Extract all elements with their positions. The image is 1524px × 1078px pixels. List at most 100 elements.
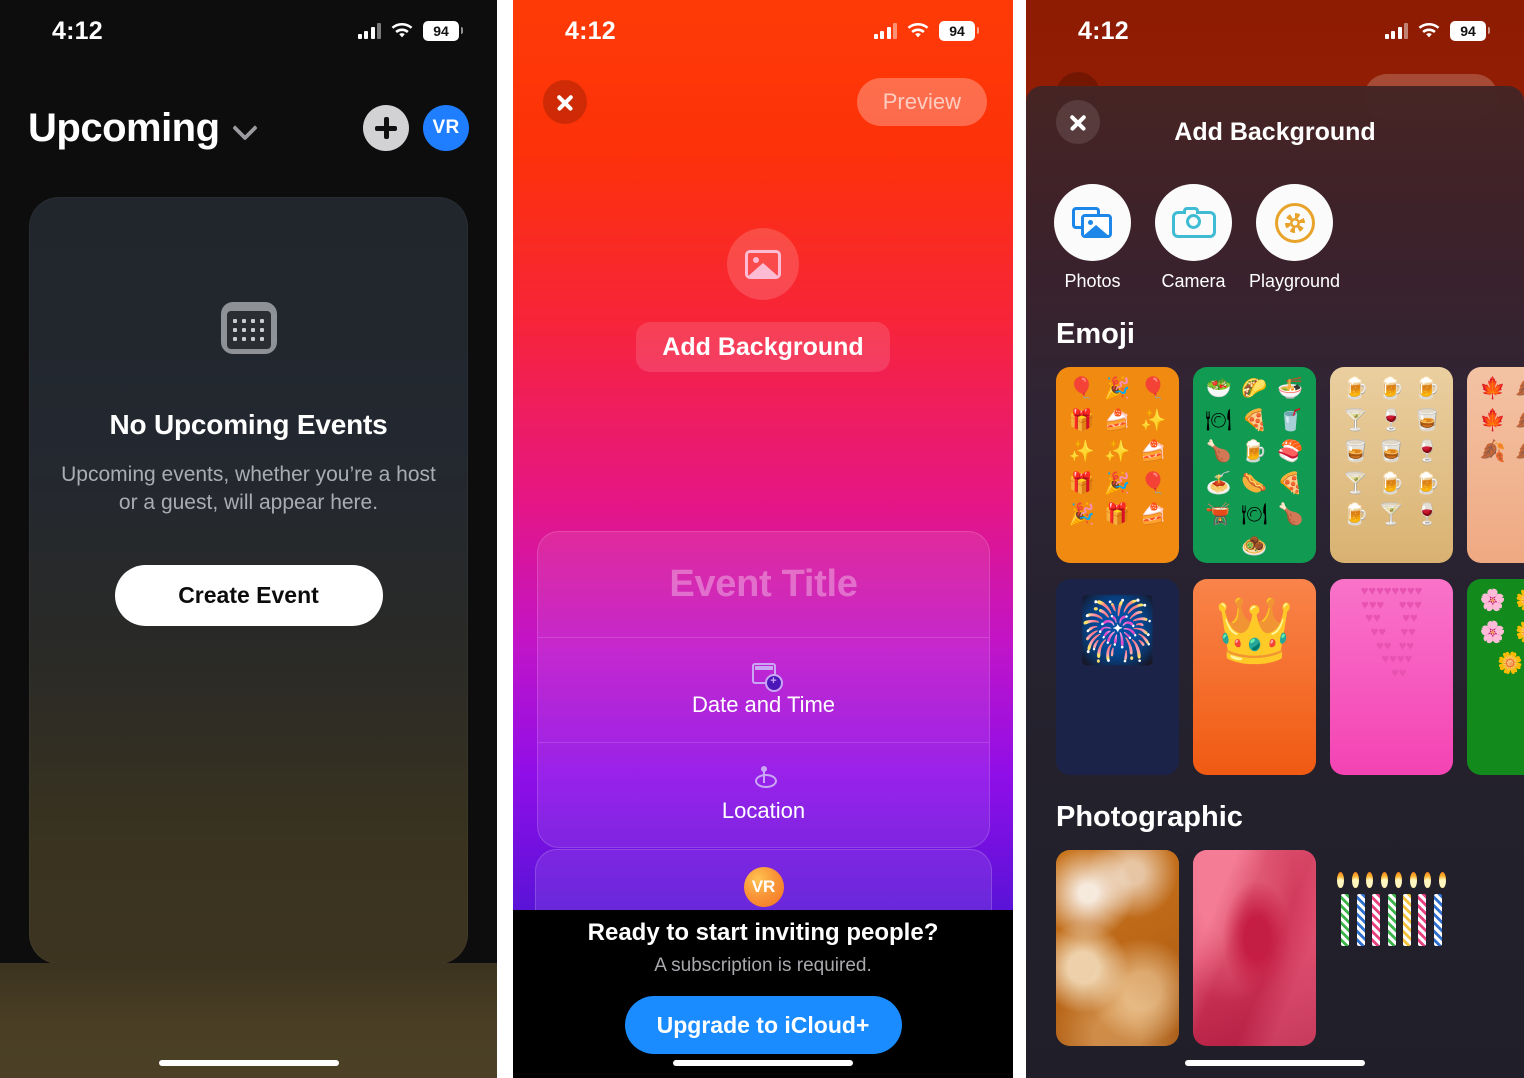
screen-create-event: 4:12 94 Preview Add Background Event Tit… (513, 0, 1013, 1078)
photos-library-icon (1071, 206, 1114, 239)
add-background-sheet: Add Background Photos Camera Playground … (1026, 86, 1524, 1078)
home-indicator[interactable] (158, 1060, 339, 1066)
battery-level: 94 (949, 23, 965, 39)
add-event-button[interactable] (363, 105, 409, 151)
tile-fireworks-navy[interactable]: 🎆 (1056, 579, 1179, 775)
three-screenshot-stage: 4:12 94 Upcoming VR No Upcoming Events U… (0, 0, 1524, 1078)
location-row[interactable]: Location (538, 742, 989, 847)
section-heading-photographic: Photographic (1056, 801, 1243, 833)
tile-confetti-photo[interactable] (1467, 850, 1524, 1046)
empty-state-title: No Upcoming Events (109, 409, 388, 440)
tile-emoji-content: ♥♥♥♥♥♥♥♥ ♥♥♥ ♥♥♥ ♥♥ ♥♥ ♥♥ ♥♥ ♥♥ ♥♥ ♥♥♥♥ ♥♥ (1360, 583, 1423, 680)
screen-add-background: 4:12 94 Add Background Photos Camera Pla… (1026, 0, 1524, 1078)
source-options: Photos Camera Playground (1026, 178, 1524, 292)
screen-upcoming: 4:12 94 Upcoming VR No Upcoming Events U… (0, 0, 497, 1078)
tile-emoji-content: 🥗 🌮 🍜 🍽 🍕 🥤 🍗 🍺 🍣 🍝 🌭 🍕 🫕 🍽 🍗 🧆 (1205, 377, 1304, 558)
preview-button[interactable]: Preview (856, 78, 987, 126)
tile-pink-ribbon-gift-photo[interactable] (1193, 850, 1316, 1046)
wifi-icon (907, 22, 929, 39)
tile-flowers-green[interactable]: 🌸 🌼 🌼 🌸 🌼 🌸 🌼 🌻 (1467, 579, 1524, 775)
create-event-button[interactable]: Create Event (114, 564, 383, 626)
avatar[interactable]: VR (423, 105, 469, 151)
calendar-icon (220, 302, 277, 354)
tile-emoji-content: 👑 (1214, 594, 1295, 666)
photo-thumbnail (1193, 850, 1316, 1046)
tile-birthday-candles-photo[interactable] (1330, 850, 1453, 1046)
top-bar: Preview (513, 72, 1013, 132)
status-bar: 4:12 94 (0, 0, 497, 62)
plus-icon (375, 117, 397, 139)
tile-emoji-content: 🎆 (1077, 594, 1158, 666)
chevron-down-icon[interactable] (234, 117, 256, 139)
battery-level: 94 (1460, 23, 1476, 39)
upgrade-footer: Ready to start inviting people? A subscr… (513, 910, 1013, 1078)
tile-crown-orange[interactable]: 👑 (1193, 579, 1316, 775)
tile-drinks-tan[interactable]: 🍺 🍺 🍺 🍸 🍷 🥃 🥃 🥃 🍷 🍸 🍺 🍺 🍺 🍸 🍷 (1330, 367, 1453, 563)
page-title: Upcoming (28, 105, 220, 150)
wifi-icon (391, 22, 413, 39)
status-time: 4:12 (565, 16, 616, 45)
empty-state-card: No Upcoming Events Upcoming events, whet… (29, 197, 468, 964)
location-pin-icon (753, 766, 777, 790)
playground-button[interactable] (1256, 184, 1333, 261)
sheet-header: Add Background (1026, 86, 1524, 178)
empty-state-subtitle: Upcoming events, whether you’re a host o… (61, 463, 436, 514)
source-playground[interactable]: Playground (1249, 184, 1340, 292)
add-background-button[interactable]: Add Background (636, 322, 890, 372)
cellular-signal-icon (873, 23, 897, 39)
camera-label: Camera (1161, 271, 1226, 291)
status-bar: 4:12 94 (513, 0, 1013, 62)
photos-label: Photos (1064, 271, 1121, 291)
tile-emoji-content: 🍁 🍂 🍂 🍁 🍂 🍂 🍂 🍂 🍂 (1479, 377, 1524, 463)
source-camera[interactable]: Camera (1155, 184, 1232, 292)
sheet-title: Add Background (1174, 117, 1376, 146)
tile-food-green[interactable]: 🥗 🌮 🍜 🍽 🍕 🥤 🍗 🍺 🍣 🍝 🌭 🍕 🫕 🍽 🍗 🧆 (1193, 367, 1316, 563)
upgrade-to-icloud-button[interactable]: Upgrade to iCloud+ (624, 996, 902, 1054)
calendar-add-icon (751, 662, 783, 692)
invite-subtitle: A subscription is required. (654, 955, 872, 976)
emoji-row-2: 🎆 👑 ♥♥♥♥♥♥♥♥ ♥♥♥ ♥♥♥ ♥♥ ♥♥ ♥♥ ♥♥ ♥♥ ♥♥ ♥♥♥… (1026, 563, 1524, 775)
close-button[interactable] (1056, 100, 1100, 144)
nav-actions: VR (363, 105, 469, 151)
event-form: Event Title Date and Time Location (537, 531, 990, 848)
photo-thumbnail (1056, 850, 1179, 1046)
date-and-time-row[interactable]: Date and Time (538, 637, 989, 742)
photos-button[interactable] (1054, 184, 1131, 261)
location-label: Location (721, 798, 806, 823)
photographic-row-1 (1026, 834, 1524, 1046)
battery-icon: 94 (423, 21, 463, 41)
tile-emoji-content: 🍺 🍺 🍺 🍸 🍷 🥃 🥃 🥃 🍷 🍸 🍺 🍺 🍺 🍸 🍷 (1342, 377, 1441, 526)
emoji-row-1: 🎈 🎉 🎈 🎁 🍰 ✨ ✨ ✨ 🍰 🎁 🎉 🎈 🎉 🎁 🍰 🥗 🌮 🍜 🍽 🍕 … (1026, 351, 1524, 563)
status-icons: 94 (1384, 21, 1490, 41)
close-icon (555, 92, 575, 112)
status-time: 4:12 (1078, 16, 1129, 45)
tile-hearts-pink[interactable]: ♥♥♥♥♥♥♥♥ ♥♥♥ ♥♥♥ ♥♥ ♥♥ ♥♥ ♥♥ ♥♥ ♥♥ ♥♥♥♥ ♥♥ (1330, 579, 1453, 775)
status-time: 4:12 (52, 16, 103, 45)
home-indicator[interactable] (673, 1060, 853, 1066)
tile-gifts-and-cake-orange[interactable]: 🎈 🎉 🎈 🎁 🍰 ✨ ✨ ✨ 🍰 🎁 🎉 🎈 🎉 🎁 🍰 (1056, 367, 1179, 563)
status-icons: 94 (873, 21, 979, 41)
invite-title: Ready to start inviting people? (587, 919, 939, 946)
status-icons: 94 (357, 21, 463, 41)
home-indicator[interactable] (1185, 1060, 1365, 1066)
battery-icon: 94 (1450, 21, 1490, 41)
battery-level: 94 (433, 23, 449, 39)
add-background-icon-wrap (727, 228, 799, 300)
nav-bar: Upcoming VR (0, 86, 497, 170)
add-background-area[interactable]: Add Background (513, 228, 1013, 372)
tile-emoji-content: 🌸 🌼 🌼 🌸 🌼 🌸 🌼 🌻 (1479, 589, 1524, 675)
close-button[interactable] (543, 80, 587, 124)
tile-autumn-leaves-peach[interactable]: 🍁 🍂 🍂 🍁 🍂 🍂 🍂 🍂 🍂 (1467, 367, 1524, 563)
camera-icon (1171, 207, 1216, 238)
playground-label: Playground (1248, 271, 1341, 291)
section-heading-emoji: Emoji (1056, 318, 1135, 350)
cellular-signal-icon (357, 23, 381, 39)
image-playground-icon (1274, 202, 1315, 243)
camera-button[interactable] (1155, 184, 1232, 261)
photo-icon (745, 249, 781, 279)
host-avatar[interactable]: VR (743, 867, 784, 907)
event-title-field[interactable]: Event Title (538, 532, 989, 637)
source-photos[interactable]: Photos (1054, 184, 1131, 292)
tile-golden-glasses-photo[interactable] (1056, 850, 1179, 1046)
date-and-time-label: Date and Time (691, 691, 836, 717)
